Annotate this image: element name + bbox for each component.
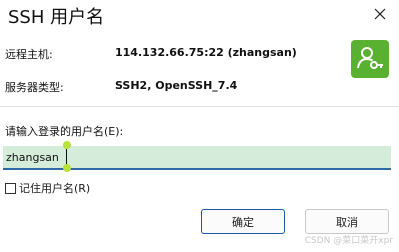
remember-username-checkbox[interactable] [5, 182, 16, 194]
divider [0, 106, 399, 107]
ok-button[interactable]: 确定 [201, 209, 285, 234]
server-type-value: SSH2, OpenSSH_7.4 [115, 79, 238, 92]
remember-username-label: 记住用户名(R) [19, 182, 91, 195]
remote-host-value: 114.132.66.75:22 (zhangsan) [115, 46, 297, 59]
username-prompt-label: 请输入登录的用户名(E): [5, 125, 124, 138]
close-button[interactable] [371, 5, 389, 23]
close-icon [374, 8, 386, 20]
window-title: SSH 用户名 [8, 7, 105, 28]
title-bar: SSH 用户名 [0, 0, 399, 30]
cancel-button[interactable]: 取消 [305, 209, 389, 234]
remote-host-label: 远程主机: [5, 48, 53, 61]
watermark: CSDN @菜口菜开xpr [304, 236, 393, 246]
server-type-label: 服务器类型: [5, 81, 64, 94]
caret-handle-bottom[interactable] [63, 164, 71, 172]
text-caret [66, 149, 67, 165]
connection-info-panel: 远程主机: 114.132.66.75:22 (zhangsan) 服务器类型:… [0, 32, 399, 105]
user-key-icon [351, 40, 389, 78]
remember-username-option[interactable]: 记住用户名(R) [5, 180, 90, 196]
caret-handle-top[interactable] [63, 141, 71, 149]
username-field-container [3, 141, 391, 172]
